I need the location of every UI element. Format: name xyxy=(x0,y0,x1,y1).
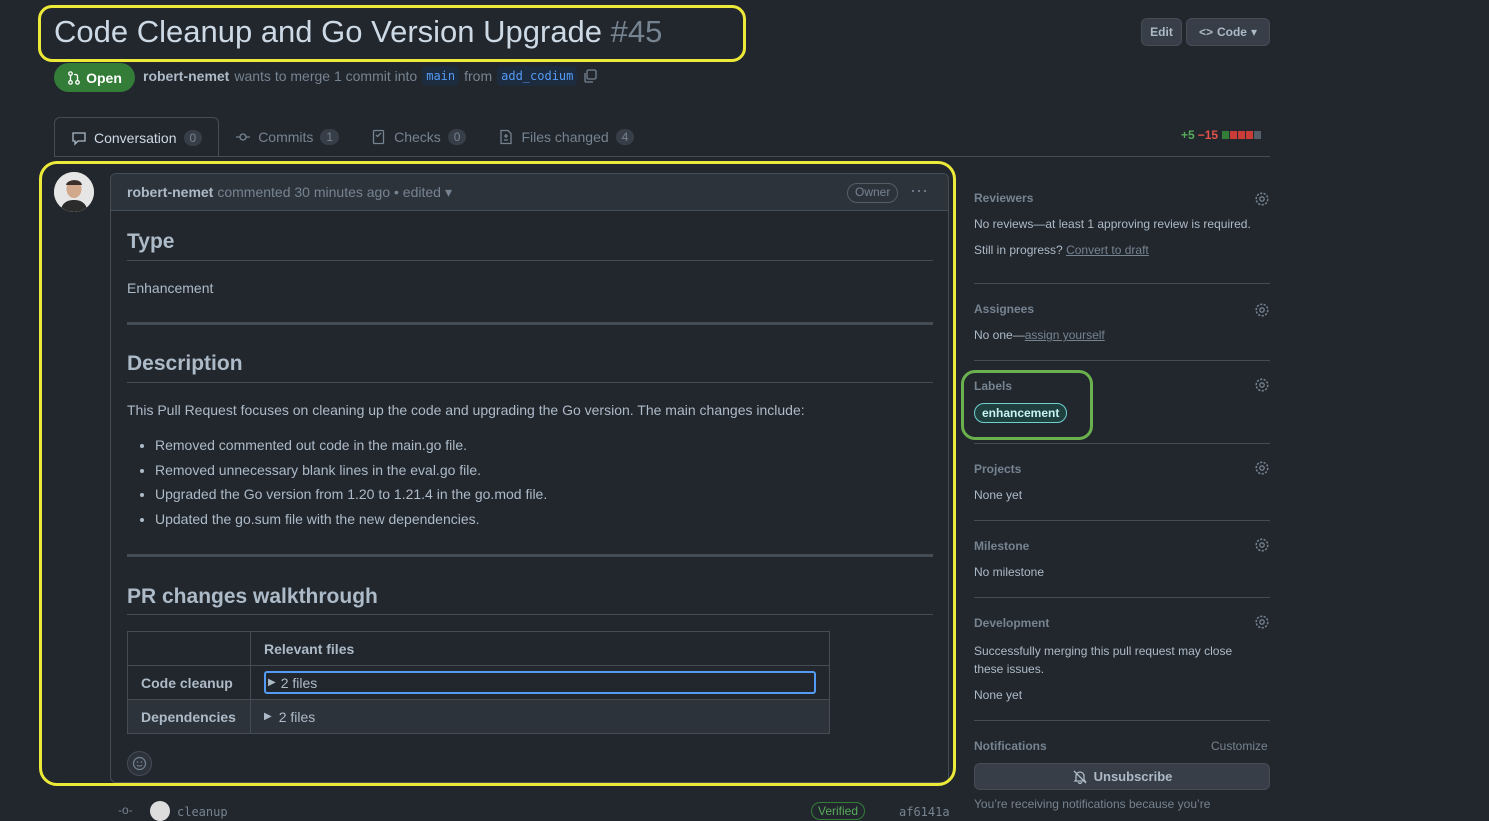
milestone-title: Milestone xyxy=(974,539,1030,553)
sidebar-divider xyxy=(974,597,1270,598)
bell-slash-icon xyxy=(1073,770,1087,784)
commit-icon xyxy=(236,133,251,141)
projects-gear-icon[interactable] xyxy=(1254,460,1270,476)
unsubscribe-button[interactable]: Unsubscribe xyxy=(974,763,1270,790)
reviewers-text: No reviews—at least 1 approving review i… xyxy=(974,217,1251,231)
assign-yourself-link[interactable]: assign yourself xyxy=(1025,328,1105,342)
notification-reason: You’re receiving notifications because y… xyxy=(974,797,1211,811)
tab-label: Checks xyxy=(394,129,441,145)
merge-text: wants to merge 1 commit into xyxy=(234,68,418,84)
convert-to-draft-link[interactable]: Convert to draft xyxy=(1066,243,1149,257)
diffstat[interactable]: +5 −15 xyxy=(1181,128,1262,142)
commit-message[interactable]: cleanup xyxy=(177,805,228,819)
reviewers-gear-icon[interactable] xyxy=(1254,191,1270,207)
comment-icon xyxy=(72,131,86,146)
diffstat-bar xyxy=(1221,128,1262,142)
sidebar-divider xyxy=(974,360,1270,361)
code-button-label: Code xyxy=(1216,25,1247,39)
state-badge: Open xyxy=(54,63,135,92)
tab-commits[interactable]: Commits 1 xyxy=(219,117,355,157)
notifications-title: Notifications xyxy=(974,739,1047,753)
tabs-divider xyxy=(54,156,1270,157)
verified-badge[interactable]: Verified xyxy=(811,802,866,820)
projects-title: Projects xyxy=(974,462,1022,476)
tab-files-changed[interactable]: Files changed 4 xyxy=(482,117,650,157)
pr-author-link[interactable]: robert-nemet xyxy=(143,68,229,84)
tab-conversation[interactable]: Conversation 0 xyxy=(54,117,220,157)
edit-button[interactable]: Edit xyxy=(1141,18,1182,46)
tab-count: 0 xyxy=(447,129,467,145)
tab-label: Files changed xyxy=(521,129,609,145)
caret-down-icon: ▾ xyxy=(1250,25,1258,39)
assignees-text: No one—assign yourself xyxy=(974,328,1105,342)
development-title: Development xyxy=(974,616,1050,630)
commit-avatar[interactable] xyxy=(150,801,170,821)
commit-sha[interactable]: af6141a xyxy=(899,805,950,819)
state-label: Open xyxy=(86,69,122,86)
copy-icon[interactable] xyxy=(582,68,598,84)
development-value: None yet xyxy=(974,688,1023,702)
assignees-none: No one— xyxy=(974,328,1025,342)
code-brackets-icon: <> xyxy=(1198,25,1213,39)
development-text: Successfully merging this pull request m… xyxy=(974,644,1233,676)
sidebar-divider xyxy=(974,283,1270,284)
progress-text: Still in progress? xyxy=(974,243,1063,257)
file-diff-icon xyxy=(500,129,513,145)
tab-count: 0 xyxy=(183,129,203,146)
merge-description: robert-nemet wants to merge 1 commit int… xyxy=(143,66,598,86)
reviewers-progress: Still in progress? Convert to draft xyxy=(974,243,1149,257)
assignees-gear-icon[interactable] xyxy=(1254,302,1270,318)
tab-label: Commits xyxy=(258,129,314,145)
title-highlight-box xyxy=(38,5,746,62)
labels-gear-icon[interactable] xyxy=(1254,377,1270,393)
tab-checks[interactable]: Checks 0 xyxy=(355,117,482,157)
milestone-text: No milestone xyxy=(974,565,1045,579)
pr-tabs: Conversation 0 Commits 1 Checks 0 Files … xyxy=(54,117,650,157)
from-text: from xyxy=(464,68,493,84)
sidebar-divider xyxy=(974,720,1270,721)
customize-link[interactable]: Customize xyxy=(1211,739,1268,753)
unsubscribe-label: Unsubscribe xyxy=(1093,769,1173,784)
base-branch[interactable]: main xyxy=(422,66,460,86)
checklist-icon xyxy=(372,129,385,145)
milestone-gear-icon[interactable] xyxy=(1254,537,1270,553)
code-button[interactable]: <> Code ▾ xyxy=(1186,18,1270,46)
projects-text: None yet xyxy=(974,488,1023,502)
reviewers-title: Reviewers xyxy=(974,191,1034,205)
assignees-title: Assignees xyxy=(974,302,1035,316)
development-gear-icon[interactable] xyxy=(1254,614,1270,630)
tab-count: 4 xyxy=(615,129,635,145)
comment-highlight-box xyxy=(39,161,956,786)
labels-highlight-box xyxy=(961,370,1093,440)
head-branch[interactable]: add_codium xyxy=(497,66,578,86)
deletions-count: −15 xyxy=(1197,128,1219,142)
additions-count: +5 xyxy=(1181,128,1195,142)
pull-request-icon xyxy=(68,70,81,85)
tab-count: 1 xyxy=(320,129,340,145)
sidebar-divider xyxy=(974,443,1270,444)
sidebar-divider xyxy=(974,520,1270,521)
tab-label: Conversation xyxy=(94,129,177,146)
